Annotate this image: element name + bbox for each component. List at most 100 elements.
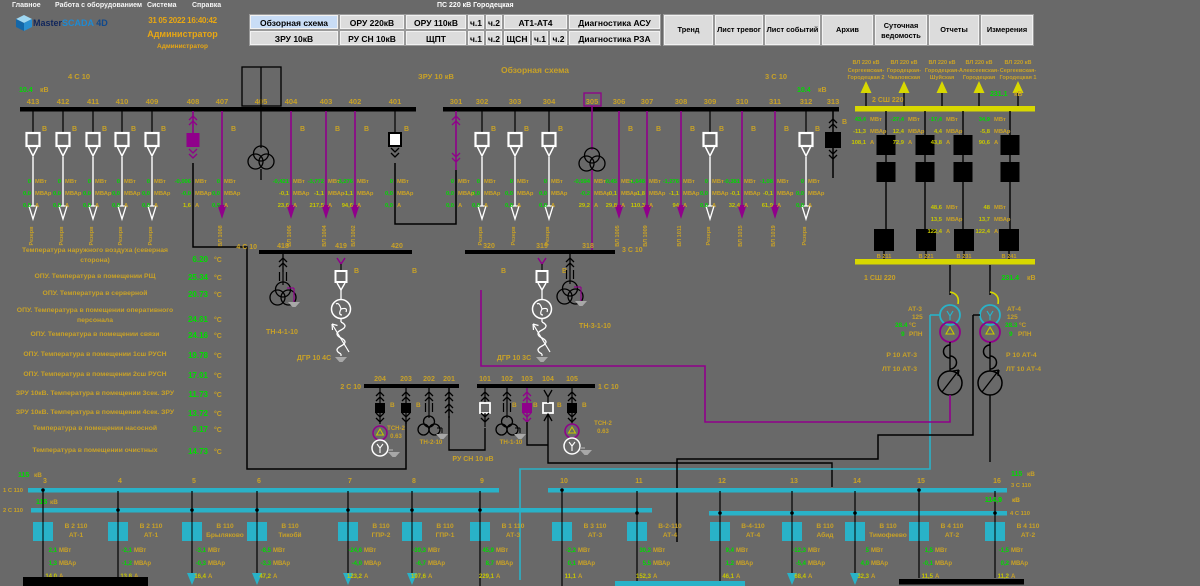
svg-text:А: А bbox=[946, 140, 951, 146]
svg-text:ТСН-2: ТСН-2 bbox=[594, 421, 612, 427]
svg-text:0,0: 0,0 bbox=[142, 203, 150, 209]
svg-text:МВАр: МВАр bbox=[808, 561, 825, 567]
svg-text:°С: °С bbox=[214, 332, 222, 340]
svg-text:ОПУ. Температура в помещении 1: ОПУ. Температура в помещении 1сш РУСН bbox=[23, 351, 166, 358]
svg-text:102: 102 bbox=[501, 376, 513, 383]
svg-text:В: В bbox=[491, 126, 496, 133]
svg-text:24.16: 24.16 bbox=[188, 331, 209, 340]
svg-text:°С: °С bbox=[214, 426, 222, 434]
svg-text:МВт: МВт bbox=[712, 179, 724, 185]
svg-text:-0,381: -0,381 bbox=[724, 179, 741, 185]
svg-text:47,2: 47,2 bbox=[259, 574, 271, 580]
svg-text:6: 6 bbox=[257, 478, 261, 485]
svg-text:0: 0 bbox=[451, 179, 454, 185]
svg-text:МВАр: МВАр bbox=[134, 561, 151, 567]
svg-text:-0,3: -0,3 bbox=[196, 561, 207, 567]
svg-text:5,5: 5,5 bbox=[643, 561, 652, 567]
svg-text:4: 4 bbox=[118, 478, 122, 485]
svg-text:А: А bbox=[357, 203, 362, 209]
svg-text:МВт: МВт bbox=[134, 548, 146, 554]
svg-text:В: В bbox=[404, 126, 409, 133]
svg-text:ТН-3-1-10: ТН-3-1-10 bbox=[579, 323, 611, 330]
svg-text:15: 15 bbox=[917, 478, 925, 485]
svg-text:Резерв: Резерв bbox=[706, 226, 712, 246]
svg-text:-11,3: -11,3 bbox=[853, 129, 867, 135]
svg-text:ТН-1-10: ТН-1-10 bbox=[500, 439, 523, 446]
svg-text:10.4: 10.4 bbox=[797, 87, 811, 94]
svg-text:5: 5 bbox=[192, 478, 196, 485]
svg-text:А: А bbox=[428, 574, 433, 580]
svg-text:МВт: МВт bbox=[293, 179, 305, 185]
svg-text:4 С 110: 4 С 110 bbox=[1010, 511, 1030, 517]
svg-text:-0,006: -0,006 bbox=[175, 179, 192, 185]
svg-text:В: В bbox=[524, 126, 529, 133]
svg-text:-24,6: -24,6 bbox=[348, 548, 362, 554]
svg-text:13,5: 13,5 bbox=[931, 217, 943, 223]
svg-text:410: 410 bbox=[116, 97, 129, 106]
svg-text:0,0: 0,0 bbox=[385, 203, 393, 209]
svg-text:9,4: 9,4 bbox=[726, 548, 735, 554]
svg-text:МВт: МВт bbox=[224, 179, 236, 185]
svg-text:0: 0 bbox=[217, 179, 220, 185]
svg-text:1,3: 1,3 bbox=[49, 561, 58, 567]
svg-text:0: 0 bbox=[705, 179, 708, 185]
svg-text:11,5: 11,5 bbox=[922, 574, 934, 580]
svg-text:В: В bbox=[335, 126, 340, 133]
svg-text:ЗРУ 10 кВ: ЗРУ 10 кВ bbox=[418, 72, 455, 81]
svg-text:24.61: 24.61 bbox=[188, 315, 209, 324]
svg-text:Абид: Абид bbox=[817, 531, 835, 539]
svg-text:1,5: 1,5 bbox=[925, 548, 934, 554]
svg-text:кВ: кВ bbox=[818, 87, 827, 94]
svg-text:11.73: 11.73 bbox=[188, 390, 208, 399]
svg-text:МВт: МВт bbox=[428, 548, 440, 554]
svg-text:ВЛ 1015: ВЛ 1015 bbox=[738, 225, 744, 246]
svg-text:4,4: 4,4 bbox=[934, 129, 943, 135]
svg-text:-1,276: -1,276 bbox=[663, 179, 680, 185]
svg-text:103: 103 bbox=[521, 376, 533, 383]
svg-text:МВАр: МВАр bbox=[744, 191, 761, 197]
svg-text:МВАр: МВАр bbox=[808, 191, 825, 197]
svg-text:123,2: 123,2 bbox=[347, 574, 363, 580]
svg-text:В 3 110: В 3 110 bbox=[584, 523, 607, 530]
svg-text:-3,276: -3,276 bbox=[337, 179, 354, 185]
svg-text:ТН-2-10: ТН-2-10 bbox=[420, 439, 443, 446]
svg-text:А: А bbox=[870, 140, 875, 146]
svg-text:319: 319 bbox=[536, 243, 548, 250]
svg-text:ОПУ. Температура в помещении 2: ОПУ. Температура в помещении 2сш РУСН bbox=[23, 371, 166, 378]
svg-text:-1,648: -1,648 bbox=[629, 179, 646, 185]
svg-text:28.4: 28.4 bbox=[895, 322, 908, 329]
svg-text:В: В bbox=[842, 119, 847, 126]
svg-text:АТ-4: АТ-4 bbox=[663, 532, 678, 539]
svg-text:кВ: кВ bbox=[1012, 497, 1020, 504]
svg-text:°С: °С bbox=[214, 274, 222, 282]
svg-text:8,7: 8,7 bbox=[486, 561, 495, 567]
svg-text:ВЛ 1008: ВЛ 1008 bbox=[218, 225, 224, 246]
svg-text:В: В bbox=[364, 126, 369, 133]
svg-text:Городецкая 1: Городецкая 1 bbox=[999, 75, 1036, 81]
svg-text:МВт: МВт bbox=[946, 205, 958, 211]
svg-text:409: 409 bbox=[146, 97, 159, 106]
svg-text:В: В bbox=[412, 268, 417, 275]
svg-text:МВАр: МВАр bbox=[517, 191, 534, 197]
svg-text:-1,1: -1,1 bbox=[669, 191, 680, 197]
svg-text:48,6: 48,6 bbox=[931, 205, 943, 211]
svg-text:°С: °С bbox=[214, 352, 222, 360]
svg-text:°С: °С bbox=[214, 256, 222, 264]
svg-text:45,9: 45,9 bbox=[482, 548, 494, 554]
svg-text:231.1: 231.1 bbox=[990, 91, 1008, 98]
svg-text:МВАр: МВАр bbox=[124, 191, 141, 197]
svg-text:0,0: 0,0 bbox=[446, 203, 454, 209]
svg-text:А: А bbox=[397, 203, 402, 209]
svg-text:1,2: 1,2 bbox=[726, 561, 735, 567]
svg-text:Температура наружного воздуха: Температура наружного воздуха (северная bbox=[22, 247, 168, 254]
svg-text:МВт: МВт bbox=[736, 548, 748, 554]
svg-text:МВАр: МВАр bbox=[683, 191, 700, 197]
svg-text:В: В bbox=[512, 402, 517, 409]
svg-text:0,0: 0,0 bbox=[112, 191, 120, 197]
svg-text:А: А bbox=[293, 203, 298, 209]
svg-text:310: 310 bbox=[736, 97, 749, 106]
svg-text:В: В bbox=[784, 126, 789, 133]
svg-text:°С: °С bbox=[214, 448, 222, 456]
svg-text:ОПУ. Температура в серверной: ОПУ. Температура в серверной bbox=[43, 289, 148, 297]
svg-text:12,4: 12,4 bbox=[893, 129, 905, 135]
